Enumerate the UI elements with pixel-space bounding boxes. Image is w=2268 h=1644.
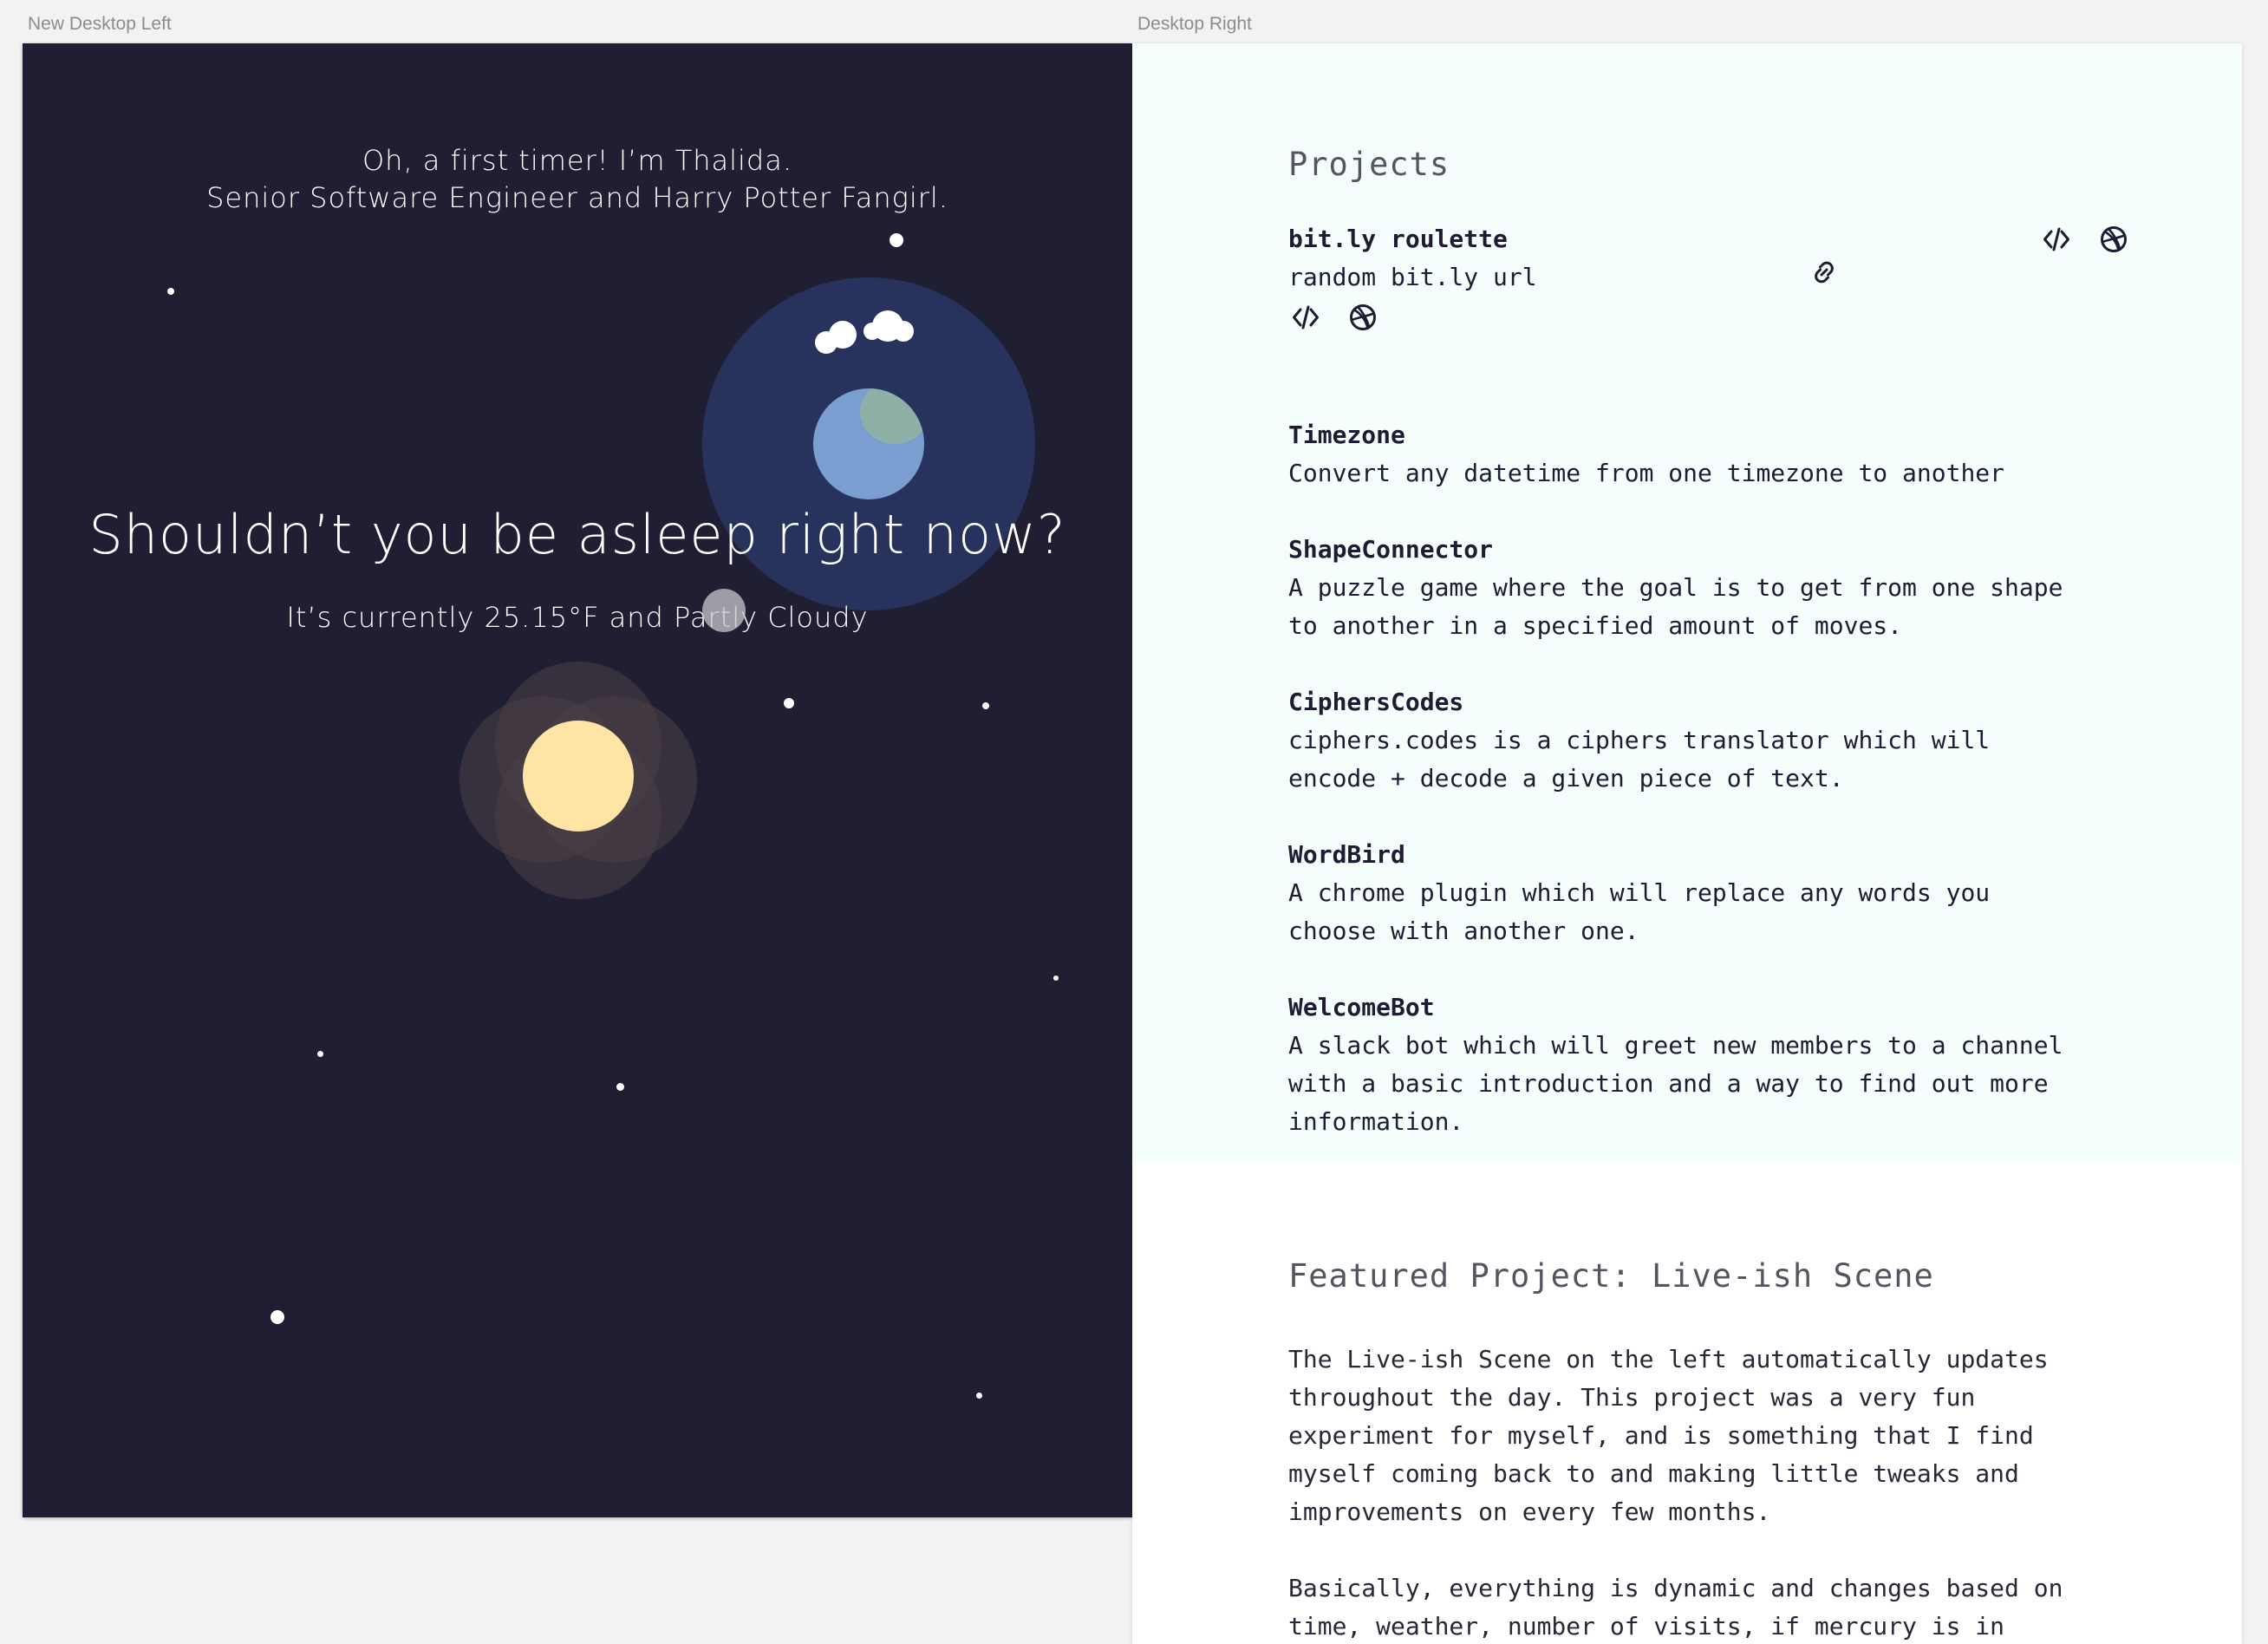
project-description: random bit.ly url: [1288, 263, 1537, 291]
intro-greeting: Oh, a first timer! I’m Thalida.: [362, 144, 792, 177]
featured-line: myself coming back to and making little …: [1288, 1459, 2019, 1488]
code-icon[interactable]: [2041, 224, 2072, 255]
dribbble-icon[interactable]: [2098, 224, 2129, 255]
code-icon[interactable]: [1290, 302, 1321, 333]
project-description-line: A slack bot which will greet new members…: [1288, 1031, 2063, 1060]
featured-line: throughout the day. This project was a v…: [1288, 1383, 1976, 1412]
weather-status: It’s currently 25.15°F and Partly Cloudy: [286, 601, 869, 634]
featured-line: time, weather, number of visits, if merc…: [1288, 1612, 2005, 1641]
planet-continent: [860, 388, 924, 444]
project-item-timezone: Timezone Convert any datetime from one t…: [1288, 416, 2103, 493]
star: [890, 233, 903, 247]
featured-line: improvements on every few months.: [1288, 1497, 1771, 1526]
live-scene-artboard: Oh, a first timer! I’m Thalida. Senior S…: [23, 43, 1132, 1517]
cloud-icon: [893, 321, 914, 342]
frame-label-left: New Desktop Left: [28, 14, 172, 34]
featured-paragraph: The Live-ish Scene on the left automatic…: [1288, 1341, 2121, 1531]
project-item-shapeconnector: ShapeConnector A puzzle game where the g…: [1288, 531, 2103, 645]
project-description-line: information.: [1288, 1107, 1464, 1136]
project-description-line: A puzzle game where the goal is to get f…: [1288, 573, 2063, 602]
star: [270, 1310, 284, 1324]
project-name: WelcomeBot: [1288, 993, 1435, 1021]
project-name: WordBird: [1288, 840, 1405, 869]
star: [317, 1051, 323, 1057]
project-item-welcomebot: WelcomeBot A slack bot which will greet …: [1288, 988, 2103, 1141]
project-name: Timezone: [1288, 421, 1405, 449]
earth-planet: [813, 388, 924, 499]
star: [616, 1083, 624, 1091]
project-description-line: to another in a specified amount of move…: [1288, 611, 1903, 640]
star: [976, 1393, 982, 1399]
project-description-line: A chrome plugin which will replace any w…: [1288, 878, 1991, 907]
frame-label-right: Desktop Right: [1137, 14, 1252, 34]
cloud-icon: [829, 321, 857, 349]
featured-line: Basically, everything is dynamic and cha…: [1288, 1574, 2063, 1602]
portfolio-artboard: Projects bit.ly roulette random bit.ly u…: [1132, 43, 2242, 1644]
intro-subtitle: Senior Software Engineer and Harry Potte…: [206, 181, 948, 214]
featured-line: experiment for myself, and is something …: [1288, 1421, 2034, 1450]
project-name: ShapeConnector: [1288, 535, 1494, 564]
project-name: bit.ly roulette: [1288, 225, 1508, 253]
project-description: Convert any datetime from one timezone t…: [1288, 459, 2005, 487]
projects-section: Projects bit.ly roulette random bit.ly u…: [1132, 43, 2242, 1162]
project-description-line: with a basic introduction and a way to f…: [1288, 1069, 2049, 1098]
projects-title: Projects: [1288, 146, 1450, 183]
project-name: CiphersCodes: [1288, 688, 1464, 716]
star: [784, 698, 794, 708]
project-item-wordbird: WordBird A chrome plugin which will repl…: [1288, 836, 2103, 950]
project-item-cipherscodes: CiphersCodes ciphers.codes is a ciphers …: [1288, 683, 2103, 798]
link-icon[interactable]: [1809, 257, 1840, 288]
dribbble-icon[interactable]: [1347, 302, 1378, 333]
star: [982, 702, 989, 709]
project-description-line: choose with another one.: [1288, 917, 1639, 945]
star: [167, 288, 174, 295]
mouse-cursor: [702, 589, 746, 632]
moon: [523, 721, 634, 832]
featured-paragraph: Basically, everything is dynamic and cha…: [1288, 1569, 2121, 1644]
featured-line: The Live-ish Scene on the left automatic…: [1288, 1345, 2049, 1373]
project-item-bitly-roulette: bit.ly roulette random bit.ly url: [1288, 220, 2103, 297]
project-description-line: encode + decode a given piece of text.: [1288, 764, 1844, 793]
headline: Shouldn’t you be asleep right now?: [88, 503, 1066, 566]
featured-title: Featured Project: Live-ish Scene: [1288, 1257, 1934, 1295]
project-description-line: ciphers.codes is a ciphers translator wh…: [1288, 726, 1991, 754]
star: [1053, 975, 1059, 981]
